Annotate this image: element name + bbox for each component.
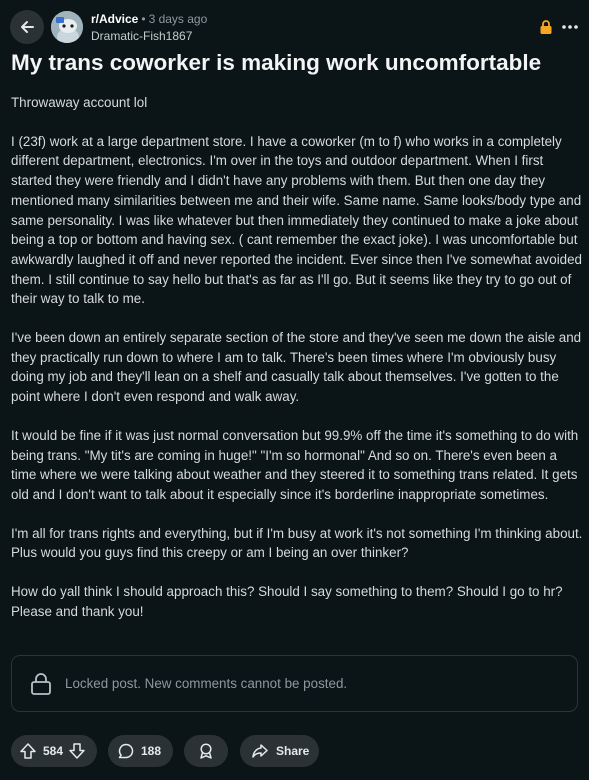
lock-icon — [31, 672, 51, 695]
post-paragraph: It would be fine if it was just normal c… — [11, 427, 579, 502]
snoo-avatar-icon — [51, 11, 83, 43]
author-avatar[interactable] — [51, 11, 83, 43]
upvote-icon[interactable] — [19, 742, 37, 760]
comment-icon — [118, 743, 134, 759]
post-header: r/Advice • 3 days ago Dramatic-Fish1867 — [0, 0, 589, 48]
post-time: 3 days ago — [148, 12, 208, 26]
post-paragraph: I (23f) work at a large department store… — [11, 133, 583, 307]
meta-separator: • — [141, 12, 146, 26]
back-button[interactable] — [10, 10, 44, 44]
post-paragraph: How do yall think I should approach this… — [11, 584, 563, 619]
share-icon — [252, 744, 268, 758]
post-action-bar: 584 188 Share — [11, 735, 319, 767]
comments-button[interactable]: 188 — [108, 735, 173, 767]
post-paragraph: I've been down an entirely separate sect… — [11, 330, 582, 405]
locked-post-notice: Locked post. New comments cannot be post… — [11, 655, 578, 712]
downvote-icon[interactable] — [68, 742, 86, 760]
subreddit-link[interactable]: r/Advice — [91, 12, 138, 26]
back-arrow-icon — [21, 21, 34, 33]
post-meta: r/Advice • 3 days ago — [91, 12, 207, 26]
award-button[interactable] — [184, 735, 228, 767]
post-body: Throwaway account lol I (23f) work at a … — [11, 93, 583, 640]
vote-count: 584 — [43, 744, 64, 758]
post-title: My trans coworker is making work uncomfo… — [11, 50, 542, 75]
more-options-button[interactable] — [557, 14, 583, 40]
comment-count: 188 — [141, 744, 162, 758]
lock-icon — [540, 20, 552, 34]
award-icon — [200, 743, 212, 759]
post-paragraph: I'm all for trans rights and everything,… — [11, 525, 583, 561]
locked-notice-text: Locked post. New comments cannot be post… — [65, 676, 348, 691]
author-name[interactable]: Dramatic-Fish1867 — [91, 29, 192, 43]
share-label: Share — [276, 744, 310, 758]
post-paragraph: Throwaway account lol — [11, 95, 148, 110]
more-icon — [562, 25, 578, 29]
vote-control: 584 — [11, 735, 97, 767]
share-button[interactable]: Share — [240, 735, 319, 767]
locked-indicator — [539, 19, 553, 35]
